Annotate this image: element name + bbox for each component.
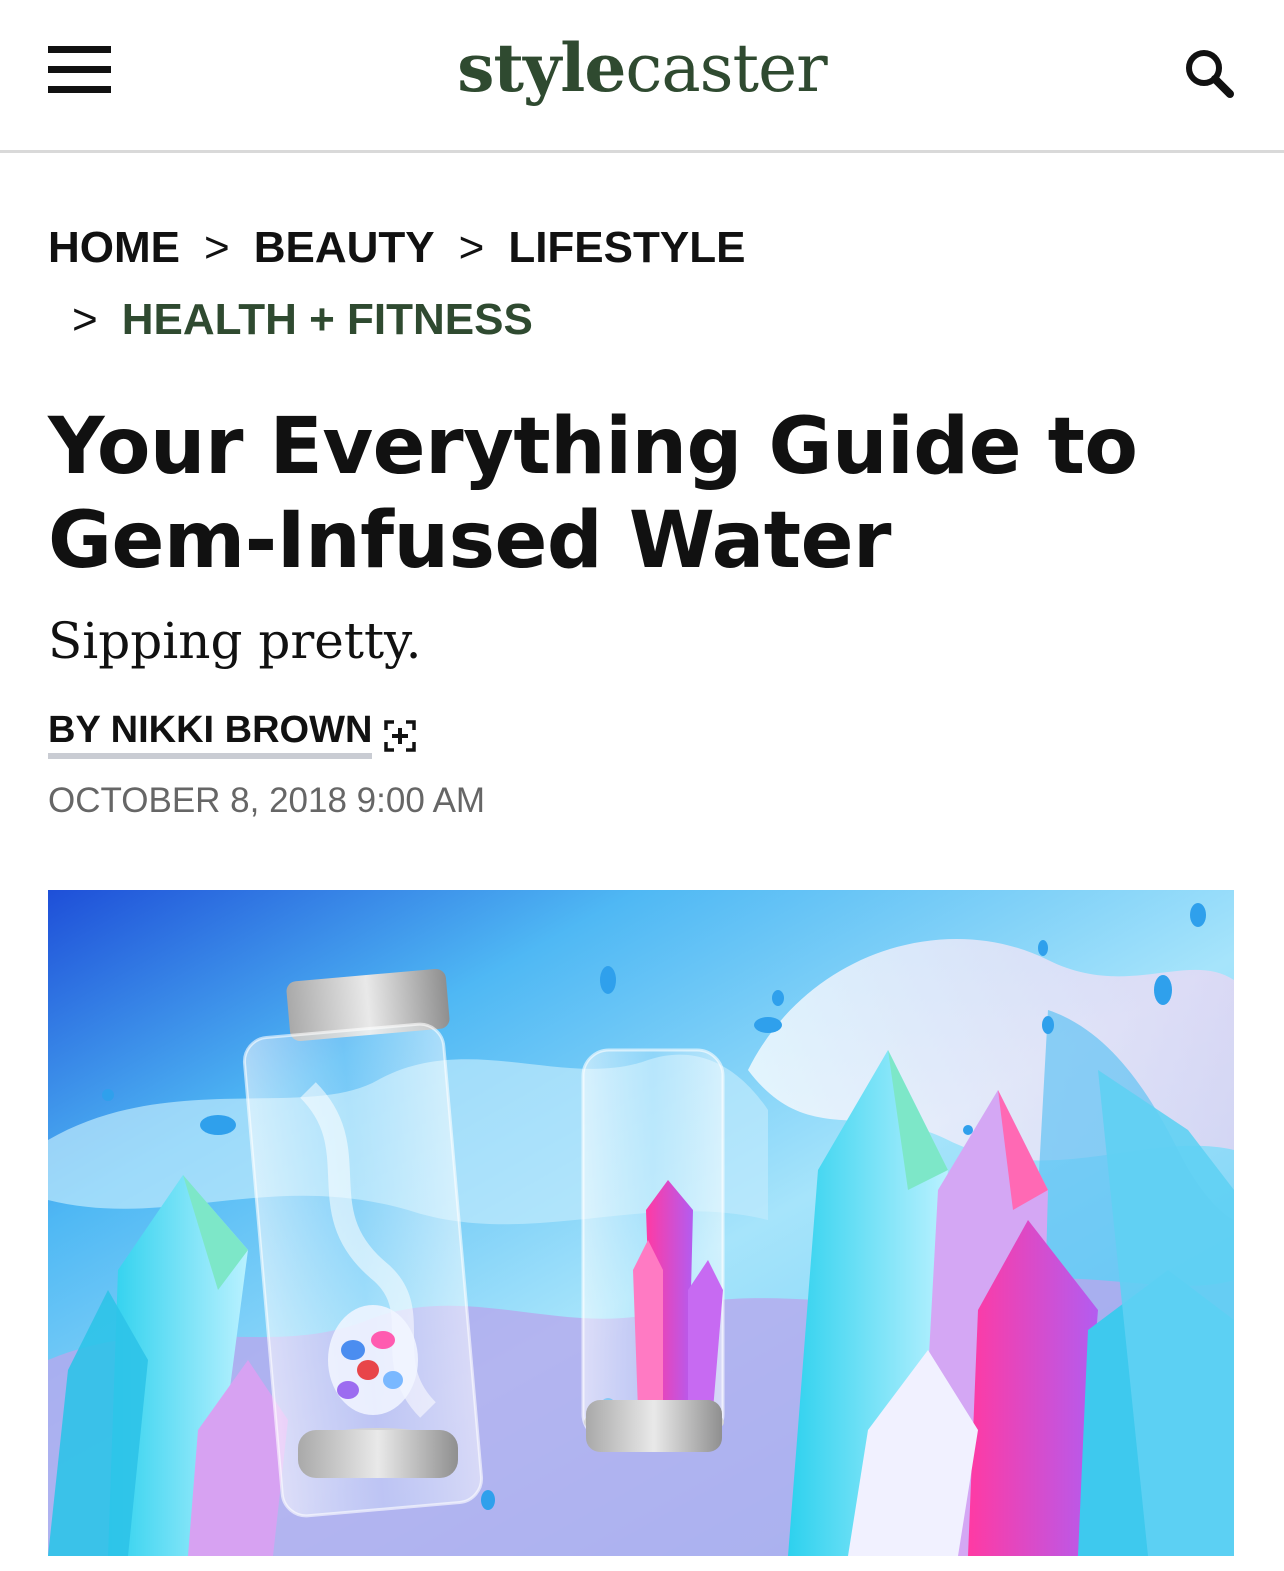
search-icon[interactable] — [1180, 44, 1240, 104]
logo-caster-text: caster — [625, 30, 827, 107]
article-dek: Sipping pretty. — [48, 612, 422, 670]
breadcrumb-lifestyle[interactable]: LIFESTYLE — [508, 223, 745, 272]
add-author-icon[interactable] — [384, 714, 416, 752]
breadcrumb: HOME > BEAUTY > LIFESTYLE > HEALTH + FITNESS — [48, 212, 1238, 356]
publish-date: OCTOBER 8, 2018 9:00 AM — [48, 781, 486, 820]
author-link[interactable]: BY NIKKI BROWN — [48, 709, 373, 759]
breadcrumb-separator: > — [72, 295, 98, 344]
breadcrumb-health-fitness[interactable]: HEALTH + FITNESS — [122, 295, 533, 344]
logo-style-text: style — [457, 29, 626, 107]
breadcrumb-beauty[interactable]: BEAUTY — [254, 223, 435, 272]
breadcrumb-separator: > — [458, 223, 485, 272]
article-title: Your Everything Guide to Gem-Infused Wat… — [48, 402, 1138, 586]
site-header: stylecaster — [0, 0, 1284, 153]
breadcrumb-home[interactable]: HOME — [48, 223, 180, 272]
breadcrumb-separator: > — [204, 223, 230, 272]
byline: BY NIKKI BROWN — [48, 704, 416, 759]
site-logo[interactable]: stylecaster — [0, 28, 1284, 109]
hero-image — [48, 890, 1234, 1556]
